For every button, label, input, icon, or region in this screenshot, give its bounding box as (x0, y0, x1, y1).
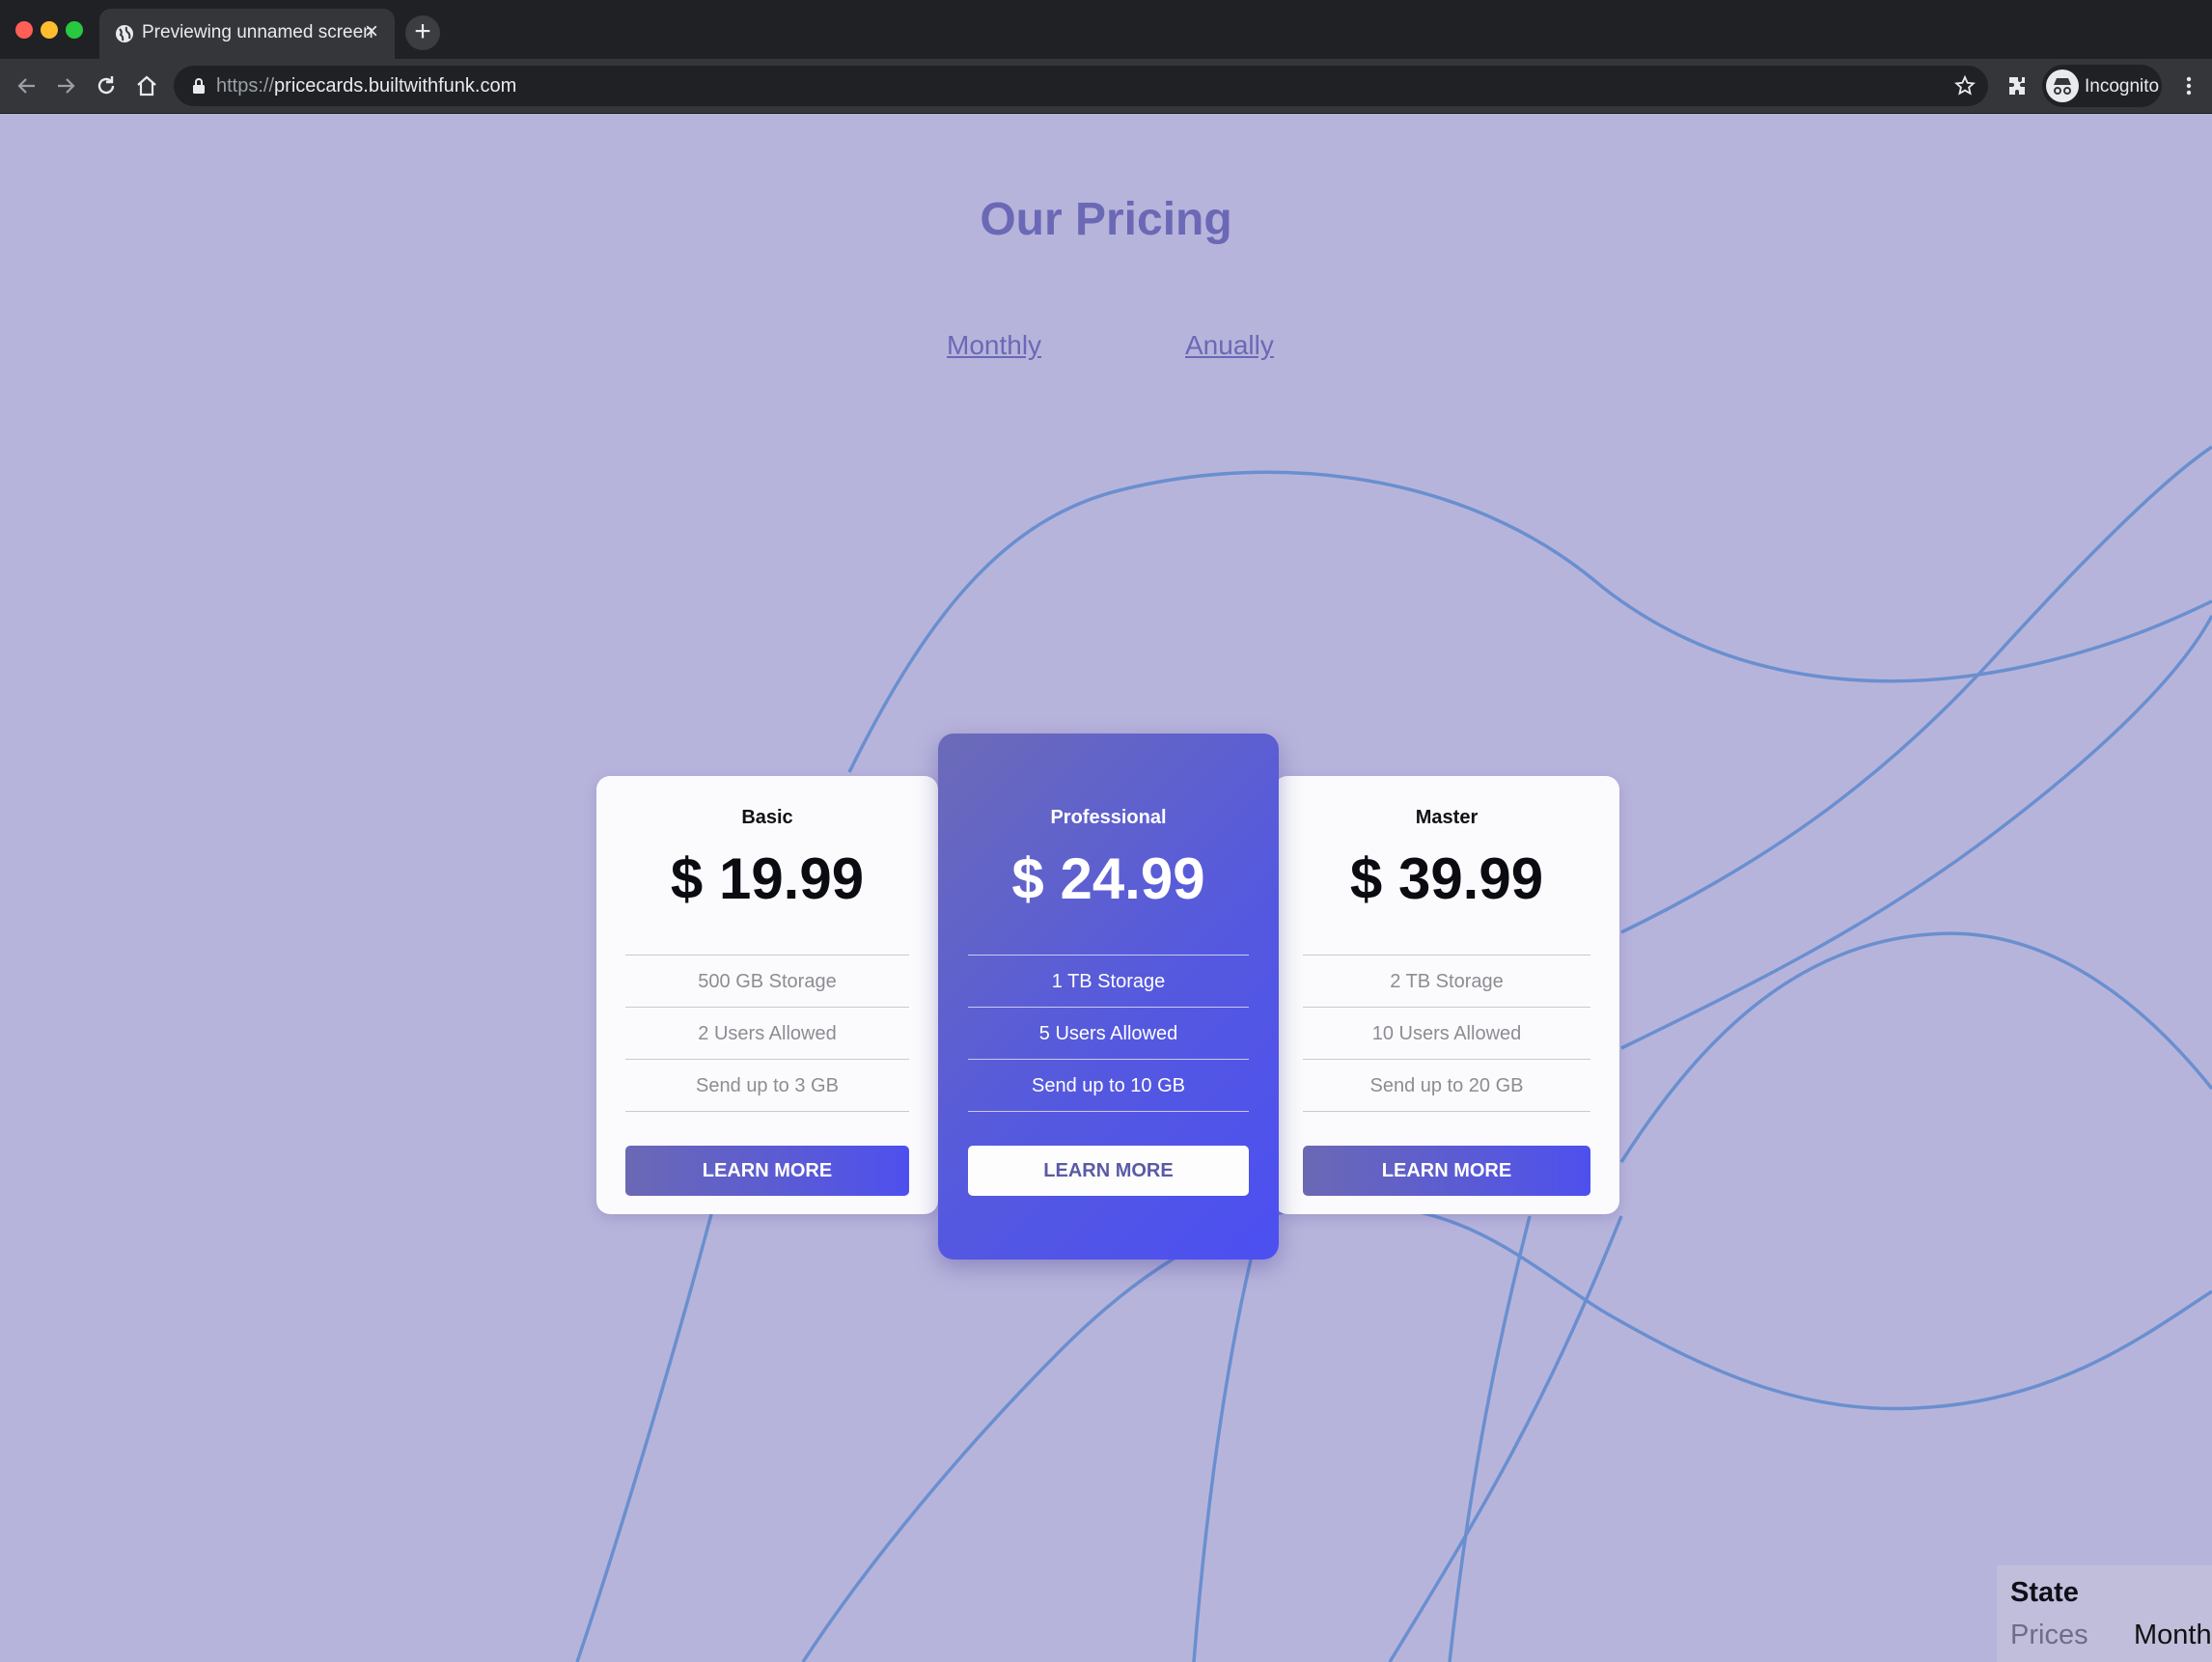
reload-icon[interactable] (91, 70, 122, 101)
home-icon[interactable] (131, 70, 162, 101)
plan-name: Master (1415, 807, 1479, 828)
feature-list: 1 TB Storage 5 Users Allowed Send up to … (968, 955, 1249, 1112)
browser-tab[interactable]: Previewing unnamed screen × (99, 9, 395, 59)
pricing-card-master: Master $ 39.99 2 TB Storage 10 Users All… (1274, 776, 1619, 1214)
incognito-icon (2046, 69, 2079, 102)
maximize-window-button[interactable] (66, 21, 83, 39)
pricing-card-basic: Basic $ 19.99 500 GB Storage 2 Users All… (596, 776, 938, 1214)
feature-item: 2 Users Allowed (625, 1008, 909, 1060)
feature-item: 2 TB Storage (1303, 956, 1590, 1008)
feature-item: 500 GB Storage (625, 956, 909, 1008)
address-bar[interactable]: https://pricecards.builtwithfunk.com (174, 66, 1988, 106)
state-panel: State Prices Month (1997, 1565, 2212, 1662)
feature-list: 2 TB Storage 10 Users Allowed Send up to… (1303, 955, 1590, 1112)
minimize-window-button[interactable] (41, 21, 58, 39)
learn-more-button[interactable]: LEARN MORE (1303, 1146, 1590, 1196)
feature-item: Send up to 20 GB (1303, 1060, 1590, 1112)
feature-item: 5 Users Allowed (968, 1008, 1249, 1060)
close-window-button[interactable] (15, 21, 33, 39)
plan-name: Professional (1050, 807, 1167, 828)
pricing-card-professional: Professional $ 24.99 1 TB Storage 5 User… (938, 734, 1279, 1260)
tab-title: Previewing unnamed screen (142, 22, 373, 42)
feature-item: 1 TB Storage (968, 956, 1249, 1008)
page-title: Our Pricing (980, 194, 1232, 245)
incognito-profile-button[interactable]: Incognito (2042, 65, 2162, 107)
state-panel-title: State (2010, 1577, 2079, 1608)
feature-item: 10 Users Allowed (1303, 1008, 1590, 1060)
url-text: https://pricecards.builtwithfunk.com (216, 75, 517, 97)
learn-more-button[interactable]: LEARN MORE (625, 1146, 909, 1196)
back-icon[interactable] (12, 70, 42, 101)
feature-item: Send up to 3 GB (625, 1060, 909, 1112)
plan-price: $ 24.99 (1011, 846, 1205, 911)
annually-toggle-link[interactable]: Anually (1185, 330, 1274, 361)
menu-kebab-icon[interactable] (2173, 70, 2204, 101)
browser-toolbar: https://pricecards.builtwithfunk.com Inc… (0, 59, 2212, 114)
lock-icon (193, 78, 205, 94)
monthly-toggle-link[interactable]: Monthly (947, 330, 1041, 361)
forward-icon[interactable] (50, 70, 81, 101)
plan-price: $ 19.99 (670, 846, 865, 911)
plan-name: Basic (741, 807, 793, 828)
bookmark-star-icon[interactable] (1953, 74, 1977, 97)
plan-price: $ 39.99 (1349, 846, 1544, 911)
globe-icon (116, 25, 133, 42)
browser-titlebar: Previewing unnamed screen × + (0, 0, 2212, 59)
new-tab-button[interactable]: + (405, 15, 440, 50)
feature-list: 500 GB Storage 2 Users Allowed Send up t… (625, 955, 909, 1112)
extensions-icon[interactable] (2002, 70, 2032, 101)
feature-item: Send up to 10 GB (968, 1060, 1249, 1112)
state-key: Prices (2010, 1620, 2088, 1650)
state-value: Month (2134, 1620, 2212, 1650)
incognito-label: Incognito (2085, 76, 2160, 97)
learn-more-button[interactable]: LEARN MORE (968, 1146, 1249, 1196)
close-tab-icon[interactable]: × (358, 18, 385, 45)
